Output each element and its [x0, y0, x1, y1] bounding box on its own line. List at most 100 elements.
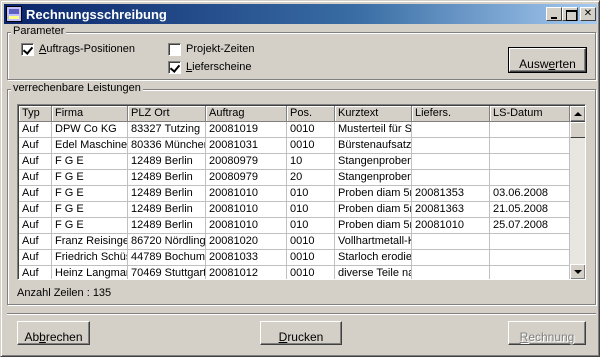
table-cell: Franz Reisinger [52, 234, 128, 250]
table-cell: 20 [287, 170, 335, 186]
table-cell: 0010 [287, 266, 335, 279]
table-cell: 20081010 [206, 186, 287, 202]
parameter-group [7, 32, 596, 80]
table-cell: Stangenproben [335, 170, 412, 186]
checkbox-box[interactable] [168, 61, 181, 74]
checkbox-label: Lieferscheine [186, 61, 252, 73]
column-header[interactable]: Firma [52, 106, 128, 122]
table-cell: Starloch erodie [335, 250, 412, 266]
window-title: Rechnungsschreibung [26, 7, 167, 22]
table-cell [490, 138, 570, 154]
table-cell [490, 154, 570, 170]
table-cell: Auf [19, 186, 52, 202]
table-cell: Auf [19, 266, 52, 279]
table-cell: 86720 Nördlingen [128, 234, 206, 250]
table-cell: 20081010 [206, 218, 287, 234]
column-header[interactable]: Typ [19, 106, 52, 122]
table-cell: 20081010 [206, 202, 287, 218]
table-cell [490, 250, 570, 266]
table-cell [412, 234, 490, 250]
scroll-down-icon[interactable] [570, 264, 585, 279]
table-cell: 21.05.2008 [490, 202, 570, 218]
table-cell: Auf [19, 234, 52, 250]
table-cell [490, 170, 570, 186]
table-cell: 83327 Tutzing [128, 122, 206, 138]
table-cell: F G E [52, 170, 128, 186]
table-cell [412, 170, 490, 186]
table-cell: 20080979 [206, 154, 287, 170]
table-cell: 12489 Berlin [128, 154, 206, 170]
vertical-scrollbar[interactable] [570, 106, 585, 279]
table-cell: 010 [287, 186, 335, 202]
table-cell [412, 154, 490, 170]
rechnung-button[interactable]: Rechnung [508, 321, 586, 345]
table-cell: Auf [19, 170, 52, 186]
scroll-thumb[interactable] [570, 122, 585, 138]
table-cell: Musterteil für SC [335, 122, 412, 138]
checkbox-label: Projekt-Zeiten [186, 43, 255, 55]
auswerten-button[interactable]: Auswerten [508, 47, 587, 73]
minimize-icon[interactable] [546, 7, 562, 21]
scroll-up-icon[interactable] [570, 106, 585, 122]
checkbox-box[interactable] [21, 43, 34, 56]
table-cell: 03.06.2008 [490, 186, 570, 202]
maximize-icon[interactable] [562, 7, 578, 21]
table-cell: 010 [287, 202, 335, 218]
column-header[interactable]: Liefers. [412, 106, 490, 122]
table-cell: 20081031 [206, 138, 287, 154]
column-header[interactable]: Kurztext [335, 106, 412, 122]
table-cell: Auf [19, 218, 52, 234]
table-cell: 20081353 [412, 186, 490, 202]
table-cell: Proben diam 5mm [335, 186, 412, 202]
title-bar[interactable]: Rechnungsschreibung [4, 4, 597, 24]
table-cell: Auf [19, 138, 52, 154]
table-cell: 10 [287, 154, 335, 170]
table-cell: 20080979 [206, 170, 287, 186]
leistungen-table[interactable]: Typ Firma PLZ Ort Auftrag Pos. Kurztext Liefer… [17, 104, 586, 280]
leistungen-legend: verrechenbare Leistungen [11, 82, 143, 94]
table-cell: 0010 [287, 234, 335, 250]
table-cell [412, 250, 490, 266]
table-cell [490, 266, 570, 279]
column-header[interactable]: Auftrag [206, 106, 287, 122]
table-cell: 010 [287, 218, 335, 234]
divider [7, 313, 596, 315]
table-cell: F G E [52, 218, 128, 234]
table-cell: Heinz Langmann [52, 266, 128, 279]
table-cell: 20081010 [412, 218, 490, 234]
table-cell: Auf [19, 154, 52, 170]
table-cell: 0010 [287, 138, 335, 154]
table-cell: 12489 Berlin [128, 218, 206, 234]
close-icon[interactable] [580, 7, 596, 21]
table-cell [412, 266, 490, 279]
table-cell: 20081363 [412, 202, 490, 218]
table-cell: Bürstenaufsatz [335, 138, 412, 154]
row-count: Anzahl Zeilen : 135 [17, 287, 112, 299]
table-cell: 0010 [287, 122, 335, 138]
table-cell: Stangenproben [335, 154, 412, 170]
table-cell: 20081033 [206, 250, 287, 266]
table-cell: 12489 Berlin [128, 170, 206, 186]
table-cell: DPW Co KG [52, 122, 128, 138]
table-cell: F G E [52, 186, 128, 202]
table-cell: Edel Maschinen [52, 138, 128, 154]
column-header[interactable]: LS-Datum [490, 106, 570, 122]
app-icon [6, 6, 22, 22]
drucken-button[interactable]: Drucken [260, 321, 342, 345]
column-header[interactable]: PLZ Ort [128, 106, 206, 122]
table-cell: 12489 Berlin [128, 202, 206, 218]
table-cell: 0010 [287, 250, 335, 266]
checkbox-box[interactable] [168, 43, 181, 56]
table-cell: 44789 Bochum [128, 250, 206, 266]
table-cell [412, 138, 490, 154]
table-cell: 70469 Stuttgart [128, 266, 206, 279]
abbrechen-button[interactable]: Abbrechen [17, 321, 90, 345]
parameter-legend: Parameter [11, 25, 67, 37]
table-cell: 80336 München [128, 138, 206, 154]
table-cell: 20081019 [206, 122, 287, 138]
column-header[interactable]: Pos. [287, 106, 335, 122]
table-cell: Vollhartmetall-K [335, 234, 412, 250]
table-cell: diverse Teile na [335, 266, 412, 279]
window: Rechnungsschreibung Parameter Auftrags-P… [0, 0, 600, 357]
table-cell: F G E [52, 202, 128, 218]
